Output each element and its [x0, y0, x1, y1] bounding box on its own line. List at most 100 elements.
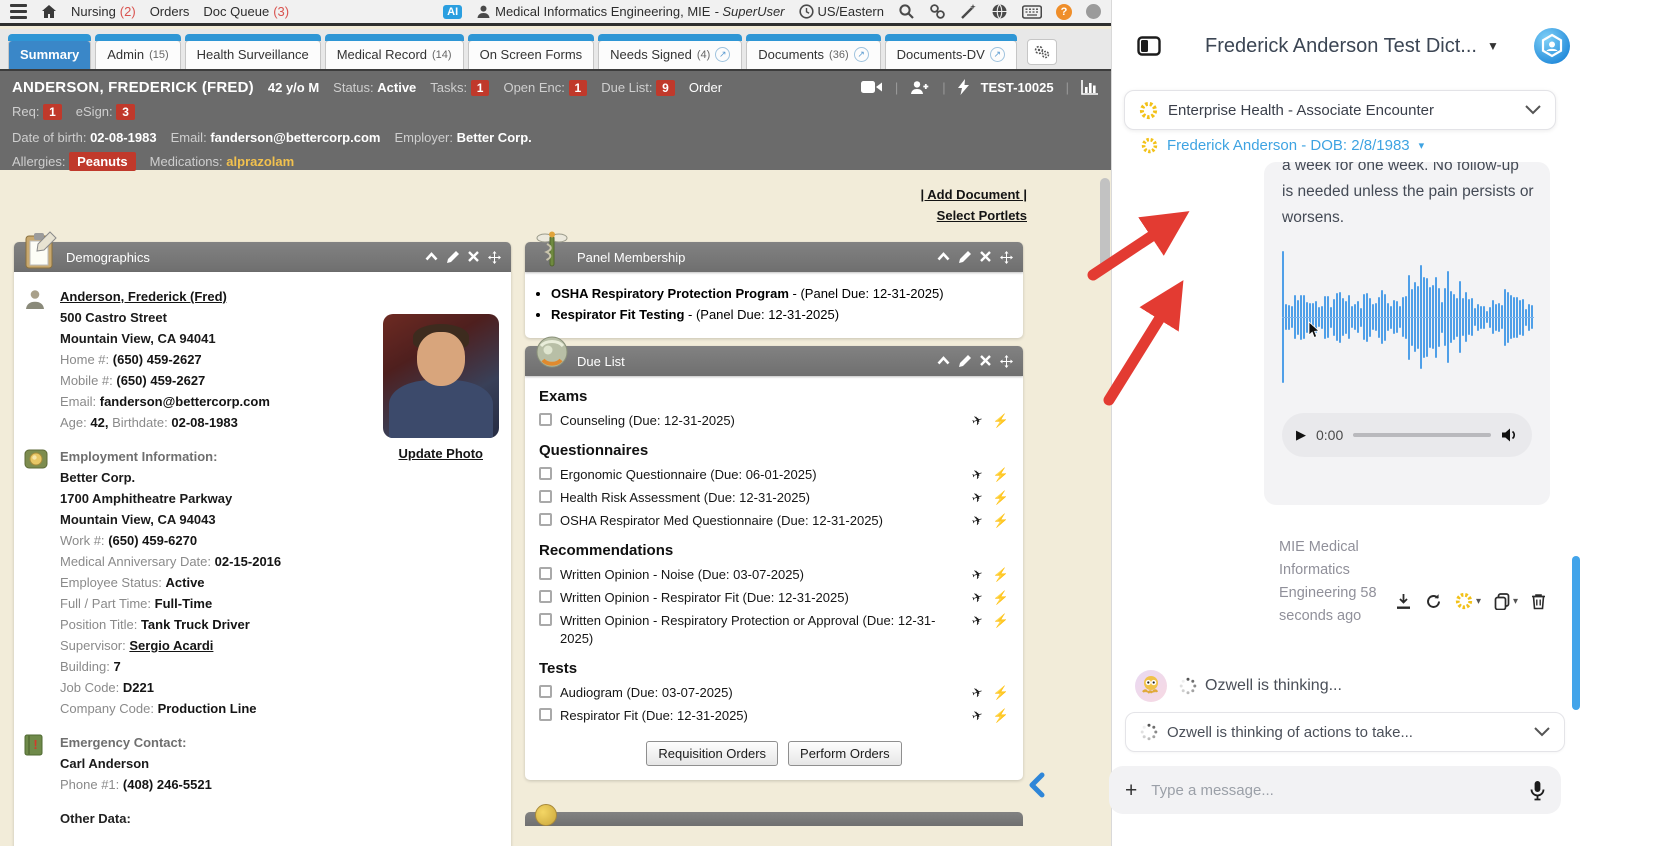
home-icon[interactable]	[41, 4, 57, 19]
supervisor-link[interactable]: Sergio Acardi	[129, 638, 213, 653]
tab-admin[interactable]: Admin(15)	[95, 40, 180, 69]
encounter-selector[interactable]: Enterprise Health - Associate Encounter	[1124, 90, 1556, 130]
checkbox[interactable]	[539, 567, 552, 580]
checkbox[interactable]	[539, 490, 552, 503]
due-list-badge[interactable]: 9	[656, 80, 675, 96]
bolt-icon[interactable]: ⚡	[993, 612, 1009, 630]
external-link-icon[interactable]: ↗	[854, 47, 869, 62]
patient-name[interactable]: ANDERSON, FREDERICK (FRED)	[12, 79, 254, 96]
play-button[interactable]: ▶	[1296, 427, 1306, 443]
move-icon[interactable]	[488, 251, 501, 264]
status-dot-icon[interactable]	[1086, 4, 1101, 19]
bolt-icon[interactable]: ⚡	[993, 707, 1009, 725]
waveform[interactable]	[1282, 249, 1534, 385]
edit-icon[interactable]	[959, 251, 971, 263]
close-icon[interactable]	[468, 251, 479, 262]
timezone[interactable]: US/Eastern	[799, 4, 884, 19]
perform-orders-button[interactable]: Perform Orders	[788, 741, 902, 766]
regenerate-icon[interactable]	[1425, 593, 1442, 610]
main-scrollbar-thumb[interactable]	[1100, 178, 1110, 268]
bolt-icon[interactable]: ⚡	[993, 512, 1009, 530]
tab-on-screen-forms[interactable]: On Screen Forms	[468, 40, 595, 69]
bolt-icon[interactable]: ⚡	[993, 566, 1009, 584]
nav-nursing[interactable]: Nursing (2)	[71, 4, 136, 19]
open-enc-badge[interactable]: 1	[569, 80, 588, 96]
bolt-icon[interactable]: ⚡	[993, 412, 1009, 430]
patient-context-selector[interactable]: Frederick Anderson - DOB: 2/8/1983 ▾	[1141, 137, 1424, 154]
video-icon[interactable]	[861, 80, 883, 94]
patient-name-link[interactable]: Anderson, Frederick (Fred)	[60, 289, 227, 304]
checkbox[interactable]	[539, 708, 552, 721]
bolt-icon[interactable]: ⚡	[993, 466, 1009, 484]
collapse-icon[interactable]	[937, 251, 950, 262]
tab-settings-gears-icon[interactable]	[1027, 39, 1057, 65]
delete-icon[interactable]	[1531, 593, 1546, 610]
send-icon[interactable]: ✈	[969, 705, 985, 725]
panel-toggle-icon[interactable]	[1137, 36, 1161, 56]
bolt-icon[interactable]: ⚡	[993, 589, 1009, 607]
checkbox[interactable]	[539, 467, 552, 480]
help-icon[interactable]: ?	[1056, 4, 1072, 20]
send-icon[interactable]: ✈	[969, 410, 985, 430]
link-icon[interactable]	[929, 3, 946, 20]
tasks-badge[interactable]: 1	[471, 80, 490, 96]
search-icon[interactable]	[898, 3, 915, 20]
close-icon[interactable]	[980, 355, 991, 366]
send-icon[interactable]: ✈	[969, 564, 985, 584]
req-badge[interactable]: 1	[43, 104, 62, 120]
globe-icon[interactable]	[991, 3, 1008, 20]
tab-summary[interactable]: Summary	[8, 40, 91, 69]
edit-icon[interactable]	[447, 251, 459, 263]
volume-icon[interactable]	[1501, 427, 1518, 443]
edit-icon[interactable]	[959, 355, 971, 367]
medication-link[interactable]: alprazolam	[226, 154, 294, 169]
move-icon[interactable]	[1000, 251, 1013, 264]
order-link[interactable]: Order	[689, 80, 722, 95]
send-icon[interactable]: ✈	[969, 464, 985, 484]
send-icon[interactable]: ✈	[969, 587, 985, 607]
add-person-icon[interactable]	[910, 80, 930, 95]
title-caret-icon[interactable]: ▼	[1487, 39, 1499, 53]
update-photo-link[interactable]: Update Photo	[399, 446, 484, 461]
collapse-icon[interactable]	[937, 355, 950, 366]
close-icon[interactable]	[980, 251, 991, 262]
ai-badge[interactable]: AI	[443, 5, 462, 19]
bolt-icon[interactable]: ⚡	[993, 684, 1009, 702]
tab-needs-signed[interactable]: Needs Signed(4) ↗	[598, 40, 742, 69]
keyboard-icon[interactable]	[1022, 5, 1042, 19]
seek-slider[interactable]	[1353, 433, 1491, 437]
send-icon[interactable]: ✈	[969, 487, 985, 507]
move-icon[interactable]	[1000, 355, 1013, 368]
download-icon[interactable]	[1395, 593, 1412, 610]
conversation-title[interactable]: Frederick Anderson Test Dict...	[1205, 35, 1477, 58]
tab-documents[interactable]: Documents(36) ↗	[746, 40, 880, 69]
nav-orders[interactable]: Orders	[150, 4, 190, 19]
select-portlets-link[interactable]: Select Portlets	[937, 208, 1027, 223]
chart-stats-icon[interactable]	[1081, 79, 1099, 95]
actions-accordion[interactable]: Ozwell is thinking of actions to take...	[1125, 712, 1565, 752]
sunburst-action-icon[interactable]: ▾	[1455, 592, 1481, 610]
checkbox[interactable]	[539, 685, 552, 698]
panel-scrollbar-thumb[interactable]	[1572, 556, 1580, 710]
add-document-link[interactable]: | Add Document |	[921, 187, 1027, 202]
tab-documents-dv[interactable]: Documents-DV ↗	[885, 40, 1017, 69]
attach-plus-icon[interactable]: +	[1125, 780, 1137, 801]
checkbox[interactable]	[539, 413, 552, 426]
collapse-icon[interactable]	[425, 251, 438, 262]
external-link-icon[interactable]: ↗	[715, 47, 730, 62]
esign-badge[interactable]: 3	[116, 104, 135, 120]
wand-icon[interactable]	[960, 3, 977, 20]
hamburger-menu-icon[interactable]	[10, 4, 27, 19]
send-icon[interactable]: ✈	[969, 510, 985, 530]
send-icon[interactable]: ✈	[969, 682, 985, 702]
user-menu[interactable]: Medical Informatics Engineering, MIE - S…	[476, 4, 784, 19]
checkbox[interactable]	[539, 613, 552, 626]
ozwell-logo[interactable]	[1533, 27, 1571, 65]
external-link-icon[interactable]: ↗	[990, 47, 1005, 62]
tab-medical-record[interactable]: Medical Record(14)	[325, 40, 464, 69]
copy-icon[interactable]: ▾	[1494, 593, 1518, 610]
bolt-icon[interactable]	[958, 79, 969, 95]
send-icon[interactable]: ✈	[969, 610, 985, 630]
checkbox[interactable]	[539, 513, 552, 526]
tab-health-surveillance[interactable]: Health Surveillance	[185, 40, 321, 69]
